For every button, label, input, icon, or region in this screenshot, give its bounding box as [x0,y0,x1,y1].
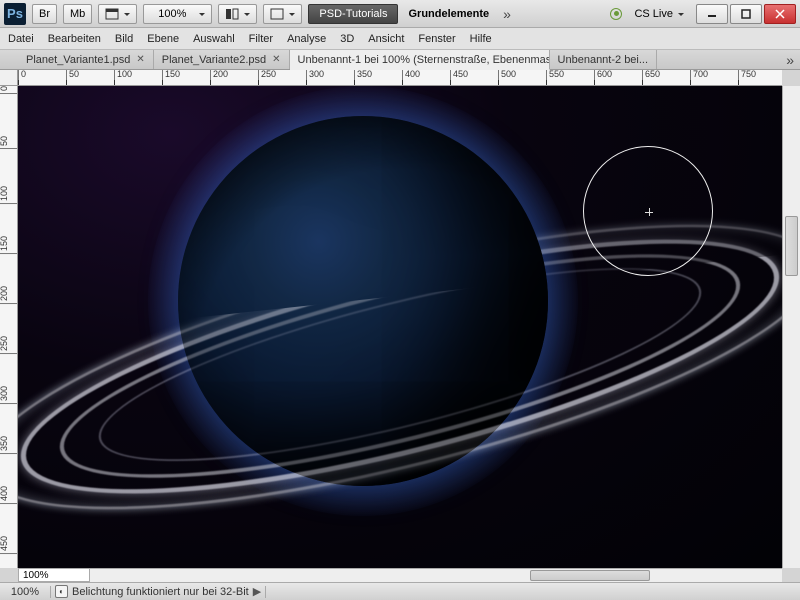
view-extras-dropdown[interactable] [98,4,137,24]
tab-unbenannt-2[interactable]: Unbenannt-2 bei... [550,50,658,69]
app-logo: Ps [4,3,26,25]
scrollbar-thumb[interactable] [530,570,650,581]
menu-ebene[interactable]: Ebene [147,33,179,45]
cslive-status-icon [610,8,622,20]
zoom-display[interactable]: 100% [18,568,90,582]
tab-unbenannt-1[interactable]: Unbenannt-1 bei 100% (Sternenstraße, Ebe… [290,50,550,70]
screenmode-dropdown[interactable] [263,4,302,24]
menu-filter[interactable]: Filter [249,33,273,45]
canvas[interactable] [18,86,782,568]
status-text: Belichtung funktioniert nur bei 32-Bit [72,586,249,598]
scrollbar-thumb[interactable] [785,216,798,276]
maximize-button[interactable] [730,4,762,24]
brush-cursor [583,146,713,276]
tab-planet-variante1[interactable]: Planet_Variante1.psd✕ [18,50,154,69]
tab-overflow-icon[interactable]: » [778,50,800,69]
close-icon[interactable]: ✕ [272,54,280,65]
minibridge-button[interactable]: Mb [63,4,92,24]
status-bar: 100% ◐ Belichtung funktioniert nur bei 3… [0,582,800,600]
menu-hilfe[interactable]: Hilfe [470,33,492,45]
close-icon[interactable]: ✕ [136,54,144,65]
vertical-scrollbar[interactable] [782,86,800,568]
expand-workspaces-icon[interactable]: » [499,6,513,22]
menu-auswahl[interactable]: Auswahl [193,33,235,45]
minimize-button[interactable] [696,4,728,24]
bridge-button[interactable]: Br [32,4,57,24]
workspace-button[interactable]: PSD-Tutorials [308,4,398,24]
ruler-origin[interactable] [0,70,18,86]
editor-area: 0501001502002503003504004505005506006507… [0,70,800,582]
document-tabstrip: Planet_Variante1.psd✕ Planet_Variante2.p… [0,50,800,70]
zoom-dropdown[interactable]: 100% [143,4,212,24]
menu-3d[interactable]: 3D [340,33,354,45]
status-zoom[interactable]: 100% [4,586,46,598]
menu-fenster[interactable]: Fenster [418,33,455,45]
menu-bar: Datei Bearbeiten Bild Ebene Auswahl Filt… [0,28,800,50]
menu-datei[interactable]: Datei [8,33,34,45]
menu-analyse[interactable]: Analyse [287,33,326,45]
ruler-horizontal[interactable]: 0501001502002503003504004505005506006507… [18,70,782,86]
workspace-secondary[interactable]: Grundelemente [404,8,493,20]
arrange-dropdown[interactable] [218,4,257,24]
menu-bearbeiten[interactable]: Bearbeiten [48,33,101,45]
cslive-dropdown[interactable]: CS Live [628,4,690,24]
menu-bild[interactable]: Bild [115,33,133,45]
close-button[interactable] [764,4,796,24]
tab-planet-variante2[interactable]: Planet_Variante2.psd✕ [154,50,290,69]
title-bar: Ps Br Mb 100% PSD-Tutorials Grundelement… [0,0,800,28]
ruler-vertical[interactable]: 050100150200250300350400450 [0,86,18,568]
status-play-icon[interactable]: ▶ [253,585,261,598]
horizontal-scrollbar[interactable] [90,568,782,582]
exposure-warning-icon[interactable]: ◐ [55,585,68,598]
menu-ansicht[interactable]: Ansicht [368,33,404,45]
window-controls [696,4,796,24]
